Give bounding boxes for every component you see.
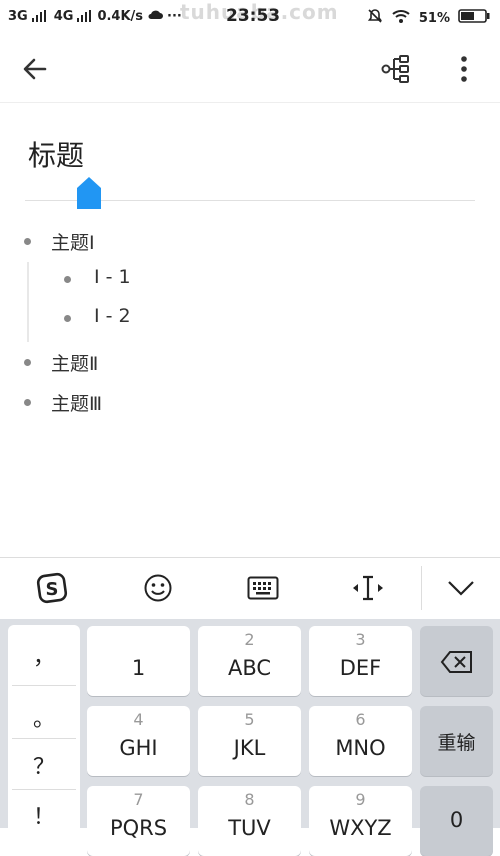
wifi-icon	[391, 8, 411, 28]
signal-icon	[31, 10, 46, 22]
chevron-down-icon[interactable]	[443, 570, 479, 606]
document-title[interactable]: 标题	[28, 134, 84, 174]
punct-divider	[12, 738, 76, 739]
outline-item[interactable]: 主题Ⅲ	[51, 389, 102, 416]
status-bar: tuhuaba.com 3G 4G 0.4K/s ··· 23:53 51%	[0, 0, 500, 34]
clock: 23:53	[226, 6, 281, 26]
punct-divider	[12, 789, 76, 790]
punct-divider	[12, 685, 76, 686]
outline-item[interactable]: Ⅰ - 1	[94, 266, 131, 288]
outline-item[interactable]: Ⅰ - 2	[94, 305, 131, 327]
more-vertical-icon[interactable]	[452, 54, 476, 84]
emoji-icon[interactable]	[140, 570, 176, 606]
more-notifications: ···	[167, 8, 182, 24]
toolbar-separator	[421, 566, 422, 610]
outline-guide-line	[27, 262, 29, 342]
punct-exclaim[interactable]: ！	[8, 799, 80, 831]
battery-icon	[458, 9, 490, 27]
network-4g-label: 4G	[53, 8, 74, 24]
bullet-icon	[64, 276, 71, 283]
delete-button[interactable]	[420, 626, 493, 696]
key-2[interactable]: 2 ABC	[198, 626, 301, 696]
svg-text:S: S	[46, 579, 59, 600]
key-9[interactable]: 9 WXYZ	[309, 786, 412, 856]
retype-button[interactable]: 重输	[420, 706, 493, 776]
punct-period[interactable]: 。	[8, 701, 80, 733]
punct-comma[interactable]: ，	[8, 639, 80, 671]
app-bar	[0, 34, 500, 103]
ime-toolbar: S	[0, 557, 500, 620]
key-6[interactable]: 6 MNO	[309, 706, 412, 776]
punctuation-list[interactable]: ， 。 ？ ！	[8, 625, 80, 835]
bullet-icon	[24, 238, 31, 245]
network-speed: 0.4K/s	[97, 8, 144, 24]
cursor-move-icon[interactable]	[350, 570, 386, 606]
key-0[interactable]: 0	[420, 786, 493, 856]
bullet-icon	[24, 359, 31, 366]
key-4[interactable]: 4 GHI	[87, 706, 190, 776]
backspace-icon	[440, 650, 474, 678]
signal-icon	[77, 10, 92, 22]
text-cursor-handle-icon[interactable]	[76, 176, 102, 210]
outline-item[interactable]: 主题Ⅱ	[51, 349, 98, 376]
outline-item[interactable]: 主题Ⅰ	[51, 228, 95, 255]
keyboard-icon[interactable]	[245, 570, 281, 606]
key-5[interactable]: 5 JKL	[198, 706, 301, 776]
battery-level: 51%	[418, 10, 450, 26]
network-3g-label: 3G	[8, 8, 28, 24]
bullet-icon	[24, 399, 31, 406]
arrow-left-icon[interactable]	[20, 54, 50, 84]
punct-question[interactable]: ？	[8, 749, 80, 781]
key-7[interactable]: 7 PQRS	[87, 786, 190, 856]
key-8[interactable]: 8 TUV	[198, 786, 301, 856]
mute-icon	[367, 8, 383, 28]
bullet-icon	[64, 315, 71, 322]
cloud-icon	[147, 8, 164, 24]
key-1[interactable]: 1	[87, 626, 190, 696]
sogou-logo-icon[interactable]: S	[34, 570, 70, 606]
mindmap-tree-icon[interactable]	[380, 54, 412, 84]
key-3[interactable]: 3 DEF	[309, 626, 412, 696]
t9-keyboard: ， 。 ？ ！ 1 2 ABC 3 DEF 4 GHI 5 JKL 6 MNO …	[0, 619, 500, 856]
